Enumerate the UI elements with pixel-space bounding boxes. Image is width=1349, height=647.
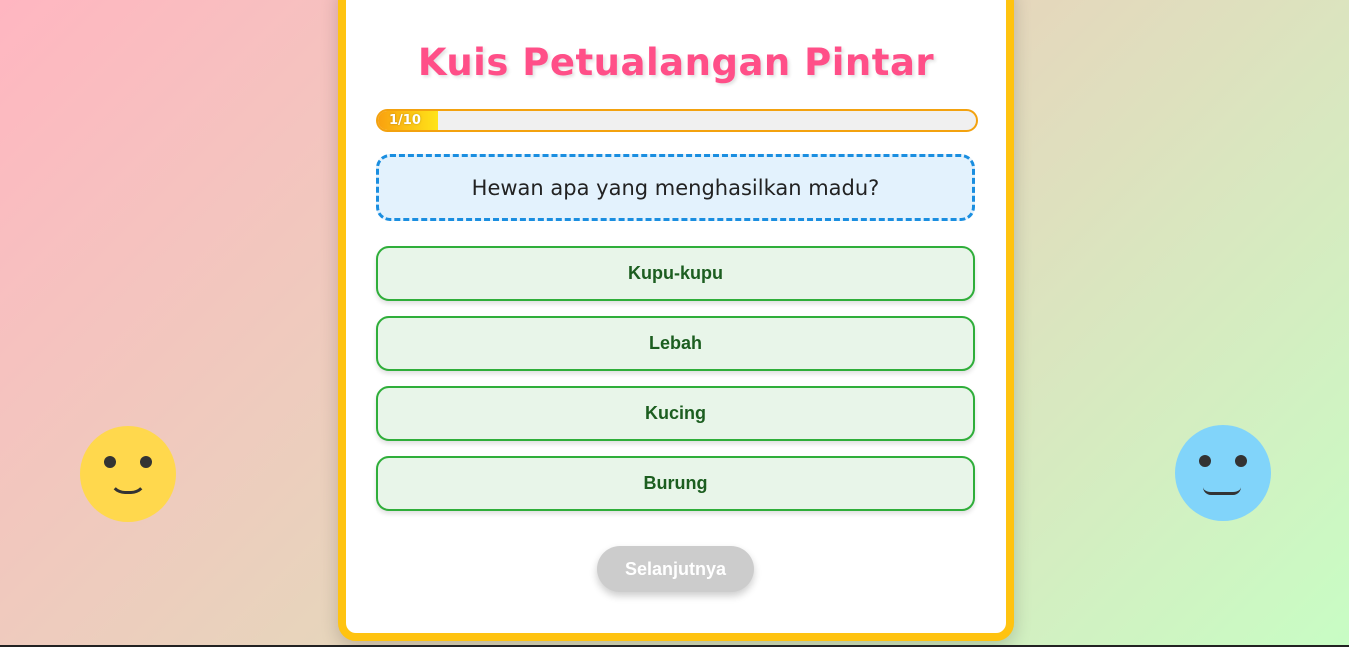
progress-text: 1/10	[389, 113, 421, 128]
smiley-mouth	[109, 478, 147, 494]
answer-option-3[interactable]: Kucing	[376, 386, 975, 441]
face-eye-right	[1235, 455, 1247, 467]
quiz-card: Kuis Petualangan Pintar 1/10 Hewan apa y…	[338, 0, 1014, 641]
question-text: Hewan apa yang menghasilkan madu?	[471, 175, 880, 200]
question-box: Hewan apa yang menghasilkan madu?	[376, 154, 975, 221]
neutral-face-icon	[1175, 425, 1271, 521]
answer-option-1[interactable]: Kupu-kupu	[376, 246, 975, 301]
progress-fill: 1/10	[378, 111, 438, 130]
answer-option-2[interactable]: Lebah	[376, 316, 975, 371]
answer-option-4[interactable]: Burung	[376, 456, 975, 511]
page-title: Kuis Petualangan Pintar	[417, 41, 935, 84]
smiley-eye-right	[140, 456, 152, 468]
smiley-face-icon	[80, 426, 176, 522]
next-button[interactable]: Selanjutnya	[597, 546, 754, 592]
answer-options: Kupu-kupu Lebah Kucing Burung	[376, 246, 975, 526]
smiley-eye-left	[104, 456, 116, 468]
progress-bar: 1/10	[376, 109, 978, 132]
face-eye-left	[1199, 455, 1211, 467]
face-mouth	[1203, 487, 1241, 495]
